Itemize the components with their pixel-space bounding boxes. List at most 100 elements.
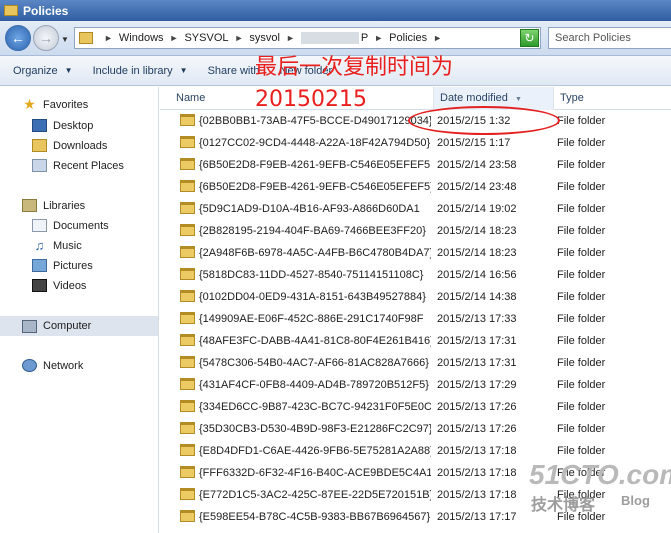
- file-row[interactable]: {0102DD04-0ED9-431A-8151-643B49527884} 20…: [160, 286, 671, 308]
- file-row[interactable]: {5478C306-54B0-4AC7-AF66-81AC828A7666} 20…: [160, 352, 671, 374]
- file-date-modified: 2015/2/13 17:31: [437, 357, 517, 369]
- breadcrumb-windows[interactable]: Windows: [119, 32, 164, 44]
- file-name[interactable]: {E772D1C5-3AC2-425C-87EE-22D5E720151B}: [199, 484, 431, 506]
- file-row[interactable]: {334ED6CC-9B87-423C-BC7C-94231F0F5E0C} 20…: [160, 396, 671, 418]
- file-row[interactable]: {6B50E2D8-F9EB-4261-9EFB-C546E05EFEF5} 20…: [160, 176, 671, 198]
- file-name[interactable]: {149909AE-E06F-452C-886E-291C1740F98F: [199, 308, 431, 330]
- file-name[interactable]: {431AF4CF-0FB8-4409-AD4B-789720B512F5}: [199, 374, 431, 396]
- nav-desktop[interactable]: Desktop: [32, 119, 93, 132]
- file-row[interactable]: {2B828195-2194-404F-BA69-7466BEE3FF20} 20…: [160, 220, 671, 242]
- column-header-type[interactable]: Type: [554, 87, 671, 110]
- file-date-modified: 2015/2/13 17:26: [437, 423, 517, 435]
- file-name[interactable]: {E8D4DFD1-C6AE-4426-9FB6-5E75281A2A88}: [199, 440, 431, 462]
- file-row[interactable]: {6B50E2D8-F9EB-4261-9EFB-C546E05EFEF5 201…: [160, 154, 671, 176]
- videos-icon: [32, 279, 47, 292]
- back-button[interactable]: ←: [5, 25, 31, 51]
- breadcrumb-separator-icon[interactable]: ►: [286, 33, 295, 43]
- file-name[interactable]: {5478C306-54B0-4AC7-AF66-81AC828A7666}: [199, 352, 431, 374]
- breadcrumb-domain[interactable]: P: [361, 32, 368, 44]
- file-name[interactable]: {FFF6332D-6F32-4F16-B40C-ACE9BDE5C4A1}: [199, 462, 431, 484]
- file-date-modified: 2015/2/13 17:18: [437, 467, 517, 479]
- file-name[interactable]: {48AFE3FC-DABB-4A41-81C8-80F4E261B416}: [199, 330, 431, 352]
- file-row[interactable]: {149909AE-E06F-452C-886E-291C1740F98F 201…: [160, 308, 671, 330]
- file-row[interactable]: {48AFE3FC-DABB-4A41-81C8-80F4E261B416} 20…: [160, 330, 671, 352]
- include-in-library-button[interactable]: Include in library ▼: [93, 65, 188, 77]
- recent-places-icon: [32, 159, 47, 172]
- nav-documents[interactable]: Documents: [32, 219, 109, 232]
- nav-libraries[interactable]: Libraries: [22, 199, 85, 212]
- annotation-line-1: 最后一次复制时间为: [255, 55, 454, 80]
- nav-music[interactable]: ♫ Music: [32, 239, 82, 252]
- recent-pages-dropdown-icon[interactable]: ▼: [61, 35, 69, 44]
- file-name[interactable]: {E598EE54-B78C-4C5B-9383-BB67B6964567}: [199, 506, 431, 528]
- file-type: File folder: [557, 335, 606, 347]
- file-name[interactable]: {6B50E2D8-F9EB-4261-9EFB-C546E05EFEF5}: [199, 176, 431, 198]
- nav-pictures[interactable]: Pictures: [32, 259, 93, 272]
- folder-icon: [180, 510, 195, 522]
- nav-music-label: Music: [53, 239, 82, 252]
- breadcrumb-separator-icon[interactable]: ►: [170, 33, 179, 43]
- file-date-modified: 2015/2/14 18:23: [437, 225, 517, 237]
- file-name[interactable]: {0102DD04-0ED9-431A-8151-643B49527884}: [199, 286, 431, 308]
- libraries-icon: [22, 199, 37, 212]
- window-title: Policies: [23, 3, 69, 18]
- file-name[interactable]: {6B50E2D8-F9EB-4261-9EFB-C546E05EFEF5: [199, 154, 431, 176]
- file-name[interactable]: {0127CC02-9CD4-4448-A22A-18F42A794D50}: [199, 132, 431, 154]
- file-name[interactable]: {2A948F6B-6978-4A5C-A4FB-B6C4780B4DA7}: [199, 242, 431, 264]
- nav-favorites[interactable]: ★ Favorites: [22, 96, 89, 112]
- file-name[interactable]: {2B828195-2194-404F-BA69-7466BEE3FF20}: [199, 220, 431, 242]
- desktop-icon: [32, 119, 47, 132]
- file-type: File folder: [557, 115, 606, 127]
- folder-icon: [180, 466, 195, 478]
- share-with-label: Share with: [207, 64, 260, 77]
- star-icon: ★: [23, 96, 36, 112]
- nav-videos-label: Videos: [53, 279, 87, 292]
- breadcrumb-policies[interactable]: Policies: [389, 32, 427, 44]
- breadcrumb-separator-icon[interactable]: ►: [235, 33, 244, 43]
- breadcrumb-sysvol[interactable]: SYSVOL: [184, 32, 228, 44]
- nav-videos[interactable]: Videos: [32, 279, 86, 292]
- nav-recent-places[interactable]: Recent Places: [32, 159, 124, 172]
- breadcrumb-separator-icon[interactable]: ►: [433, 33, 442, 43]
- breadcrumb-separator-icon[interactable]: ►: [374, 33, 383, 43]
- file-name[interactable]: {5D9C1AD9-D10A-4B16-AF93-A866D60DA1: [199, 198, 431, 220]
- pictures-icon: [32, 259, 47, 272]
- file-type: File folder: [557, 401, 606, 413]
- folder-icon: [180, 158, 195, 170]
- file-name[interactable]: {334ED6CC-9B87-423C-BC7C-94231F0F5E0C}: [199, 396, 431, 418]
- folder-icon: [4, 5, 18, 16]
- file-row[interactable]: {431AF4CF-0FB8-4409-AD4B-789720B512F5} 20…: [160, 374, 671, 396]
- nav-computer-label: Computer: [43, 320, 92, 332]
- folder-icon: [180, 114, 195, 126]
- folder-icon: [180, 180, 195, 192]
- folder-icon: [180, 202, 195, 214]
- file-row[interactable]: {5D9C1AD9-D10A-4B16-AF93-A866D60DA1 2015/…: [160, 198, 671, 220]
- folder-icon: [180, 136, 195, 148]
- share-with-button[interactable]: Share with: [208, 65, 260, 77]
- file-row[interactable]: {35D30CB3-D530-4B9D-98F3-E21286FC2C97} 20…: [160, 418, 671, 440]
- nav-downloads[interactable]: Downloads: [32, 139, 107, 152]
- annotation-text: 最后一次复制时间为 20150215: [255, 52, 453, 116]
- forward-button[interactable]: →: [33, 25, 59, 51]
- documents-icon: [32, 219, 47, 232]
- file-date-modified: 2015/2/14 18:23: [437, 247, 517, 259]
- file-name[interactable]: {5818DC83-11DD-4527-8540-75114151108C}: [199, 264, 431, 286]
- nav-computer[interactable]: Computer: [0, 316, 158, 336]
- column-header-type-label: Type: [560, 92, 584, 104]
- file-row[interactable]: {2A948F6B-6978-4A5C-A4FB-B6C4780B4DA7} 20…: [160, 242, 671, 264]
- folder-icon: [180, 378, 195, 390]
- refresh-button[interactable]: ↻: [520, 29, 539, 47]
- breadcrumb[interactable]: ► Windows ► SYSVOL ► sysvol ► P ► Polici…: [74, 27, 541, 49]
- file-name[interactable]: {35D30CB3-D530-4B9D-98F3-E21286FC2C97}: [199, 418, 431, 440]
- search-input[interactable]: Search Policies: [548, 27, 671, 49]
- nav-favorites-label: Favorites: [43, 98, 89, 111]
- file-type: File folder: [557, 291, 606, 303]
- breadcrumb-sysvol-lower[interactable]: sysvol: [249, 32, 280, 44]
- nav-network[interactable]: Network: [22, 359, 83, 372]
- organize-button[interactable]: Organize ▼: [13, 65, 73, 77]
- file-row[interactable]: {0127CC02-9CD4-4448-A22A-18F42A794D50} 20…: [160, 132, 671, 154]
- search-placeholder: Search Policies: [555, 32, 631, 44]
- file-row[interactable]: {5818DC83-11DD-4527-8540-75114151108C} 20…: [160, 264, 671, 286]
- folder-icon: [180, 488, 195, 500]
- breadcrumb-separator-icon[interactable]: ►: [104, 33, 113, 43]
